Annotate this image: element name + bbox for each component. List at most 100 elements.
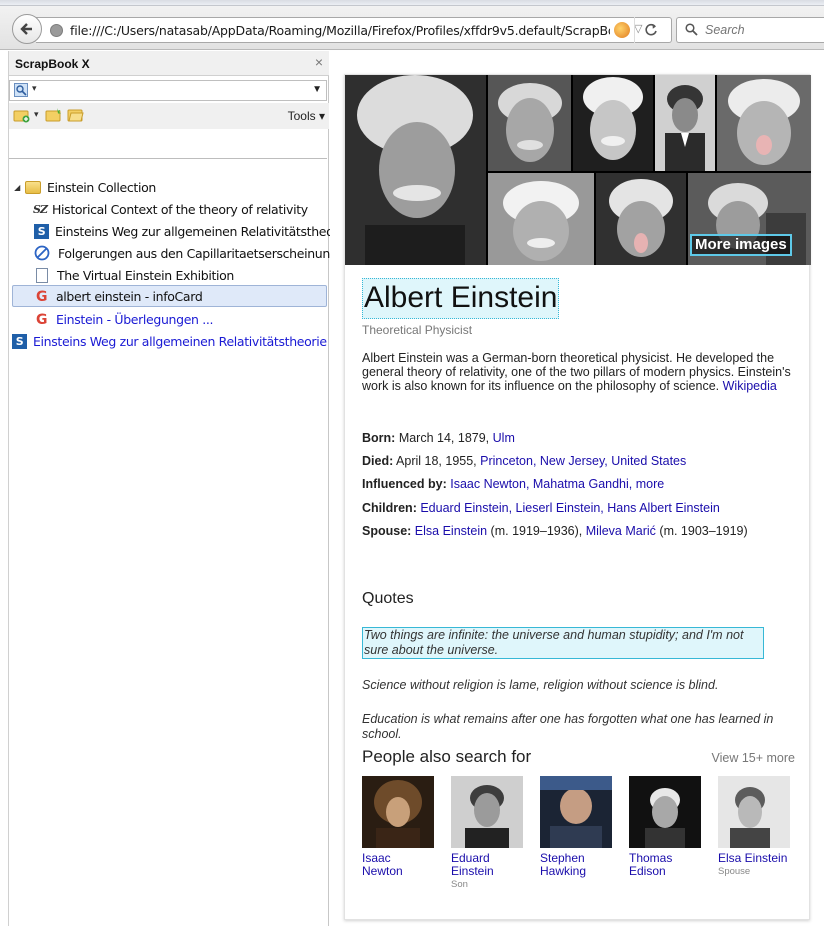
person-name[interactable]: Thomas Edison [629,852,701,878]
person-role: Son [451,879,468,890]
sidebar-header: ScrapBook X × [9,51,329,76]
fact-born: Born: March 14, 1879, Ulm [362,431,515,445]
person-name[interactable]: Isaac Newton [362,852,434,878]
gallery-image[interactable] [345,75,486,265]
gallery-image[interactable] [655,75,715,171]
quote: Science without religion is lame, religi… [362,678,719,692]
fact-link[interactable]: Princeton, New Jersey, United States [480,454,686,468]
person-photo[interactable] [540,776,612,848]
person-card[interactable]: Stephen Hawking [540,776,612,878]
fact-spouse: Spouse: Elsa Einstein (m. 1919–1936), Mi… [362,524,748,538]
google-icon: G [36,289,48,303]
person-name[interactable]: Eduard Einstein [451,852,523,878]
search-input[interactable] [703,21,821,39]
person-name[interactable]: Stephen Hawking [540,852,612,878]
url-bar[interactable]: file:///C:/Users/natasab/AppData/Roaming… [36,17,672,43]
add-dropdown-icon[interactable]: ▾ [34,109,39,120]
svg-text:G: G [36,289,47,303]
fact-label: Children: [362,501,417,515]
person-photo[interactable] [718,776,790,848]
tree-item-selected[interactable]: G albert einstein - infoCard [12,285,327,307]
quote: Education is what remains after one has … [362,712,774,741]
tree-item-link[interactable]: G Einstein - Überlegungen ... [36,308,213,330]
person-photo[interactable] [362,776,434,848]
reload-icon[interactable] [634,17,666,43]
image-gallery[interactable]: More images [345,75,811,265]
gallery-image[interactable] [717,75,811,171]
tools-menu-button[interactable]: Tools ▾ [288,109,325,123]
person-card[interactable]: Eduard Einstein Son [451,776,523,890]
fact-label: Spouse: [362,524,412,538]
chevron-down-icon[interactable]: ▼ [312,84,322,95]
back-arrow-icon [20,23,32,35]
fact-link[interactable]: Isaac Newton, Mahatma Gandhi, more [450,477,664,491]
knowledge-panel-card: More images Albert Einstein Theoretical … [344,74,811,920]
person-photo[interactable] [451,776,523,848]
add-folder-icon[interactable] [13,107,31,123]
person-name[interactable]: Elsa Einstein [718,852,790,865]
fact-influenced-by: Influenced by: Isaac Newton, Mahatma Gan… [362,477,664,491]
fact-label: Influenced by: [362,477,447,491]
fact-link[interactable]: Eduard Einstein, Lieserl Einstein, Hans … [420,501,719,515]
person-photo[interactable] [629,776,701,848]
quotes-heading: Quotes [362,590,414,607]
person-card[interactable]: Thomas Edison [629,776,701,878]
open-folder-icon[interactable] [67,107,85,123]
close-icon[interactable]: × [315,54,323,70]
tree-item[interactable]: S Einsteins Weg zur allgemeinen Relativi… [34,220,349,242]
tree-item-label: Einstein Collection [47,179,156,195]
wikipedia-link[interactable]: Wikipedia [723,379,777,393]
person-card[interactable]: Elsa Einstein Spouse [718,776,790,877]
person-card[interactable]: Isaac Newton [362,776,434,878]
more-images-button[interactable]: More images [690,234,792,256]
expand-triangle-icon[interactable]: ◢ [12,183,22,192]
addon-icon[interactable] [614,22,630,38]
sidebar-edge [0,51,9,926]
search-mode-dropdown-icon[interactable]: ▾ [32,83,37,94]
gallery-image[interactable] [596,173,686,265]
tree-item-label: The Virtual Einstein Exhibition [57,267,234,283]
view-more-link[interactable]: View 15+ more [712,751,796,765]
fact-label: Died: [362,454,394,468]
sz-icon: SZ [33,202,48,216]
gallery-image[interactable] [573,75,653,171]
tree-item-label: albert einstein - infoCard [56,288,203,304]
gallery-image[interactable] [488,173,594,265]
no-entry-icon [34,245,50,261]
fact-value: (m. 1919–1936), [490,524,583,538]
fact-link[interactable]: Mileva Marić [586,524,656,538]
tools-label: Tools [287,109,316,123]
sidebar-toolbar: ▾ Tools ▾ [9,103,329,129]
subtitle: Theoretical Physicist [362,323,473,337]
tree-item-label: Einstein - Überlegungen ... [56,311,214,327]
quote-highlighted: Two things are infinite: the universe an… [362,627,764,659]
tree-item-label: Historical Context of the theory of rela… [52,201,308,217]
back-button[interactable] [12,14,42,44]
gallery-image[interactable] [488,75,571,171]
folder-icon [25,179,41,195]
scrapbook-sidebar: ScrapBook X × ▾ ▼ ▾ Tools ▾ ◢ Einstein C… [0,51,353,926]
fact-link[interactable]: Ulm [493,431,515,445]
search-icon [685,23,698,36]
page-title: Albert Einstein [362,278,560,319]
fact-link[interactable]: Elsa Einstein [415,524,487,538]
search-icon[interactable] [14,83,28,97]
sidebar-search-field[interactable]: ▾ ▼ [9,80,327,101]
tree-item[interactable]: Folgerungen aus den Capillaritaetsersche… [34,242,353,264]
search-bar[interactable] [676,17,824,43]
site-identity-icon[interactable] [50,24,63,37]
tab-strip-edge [0,0,824,6]
document-icon [36,267,48,283]
tree-item[interactable]: SZ Historical Context of the theory of r… [32,198,308,220]
person-role: Spouse [718,866,751,877]
tree-folder-einstein-collection[interactable]: ◢ Einstein Collection [12,176,156,198]
fact-value: April 18, 1955, [396,454,477,468]
new-folder-icon[interactable] [45,107,63,123]
fact-children: Children: Eduard Einstein, Lieserl Einst… [362,501,720,515]
tree-item[interactable]: The Virtual Einstein Exhibition [36,264,234,286]
tree-item-link[interactable]: S Einsteins Weg zur allgemeinen Relativi… [12,330,327,352]
sidebar-filter-bar [9,139,327,159]
s-icon: S [34,223,49,239]
url-text[interactable]: file:///C:/Users/natasab/AppData/Roaming… [70,23,610,38]
navigation-toolbar: file:///C:/Users/natasab/AppData/Roaming… [0,0,824,50]
